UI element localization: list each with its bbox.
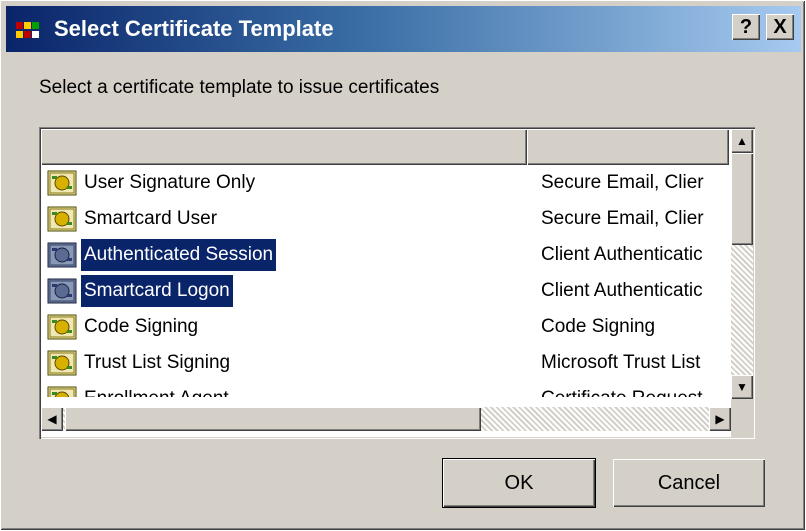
column-header-intended-purpose[interactable] bbox=[527, 129, 729, 165]
close-button[interactable]: X bbox=[766, 14, 794, 40]
template-name: Authenticated Session bbox=[81, 239, 277, 271]
horizontal-scroll-thumb[interactable] bbox=[65, 407, 481, 431]
list-item[interactable]: Enrollment Agent Certificate Request bbox=[41, 381, 729, 397]
template-name: Smartcard User bbox=[84, 208, 218, 229]
template-purpose: Client Authenticatic bbox=[541, 244, 703, 265]
template-purpose: Code Signing bbox=[541, 316, 656, 337]
list-item[interactable]: Trust List Signing Microsoft Trust List bbox=[41, 345, 729, 381]
certificate-template-icon bbox=[47, 278, 77, 304]
template-purpose: Secure Email, Clier bbox=[541, 208, 704, 229]
window-title: Select Certificate Template bbox=[54, 16, 334, 41]
ok-button[interactable]: OK bbox=[443, 459, 595, 507]
template-name: Trust List Signing bbox=[84, 352, 231, 373]
list-item[interactable]: Smartcard Logon Client Authenticatic bbox=[41, 273, 729, 309]
instruction-text: Select a certificate template to issue c… bbox=[39, 77, 440, 98]
template-name: Code Signing bbox=[84, 316, 199, 337]
list-item[interactable]: Smartcard User Secure Email, Clier bbox=[41, 201, 729, 237]
certificate-app-icon bbox=[16, 22, 39, 38]
scrollbar-corner bbox=[731, 399, 753, 437]
template-name: User Signature Only bbox=[84, 172, 256, 193]
certificate-template-icon bbox=[47, 206, 77, 232]
vertical-scroll-thumb[interactable] bbox=[731, 153, 753, 245]
template-purpose: Microsoft Trust List bbox=[541, 352, 701, 373]
template-purpose: Certificate Request bbox=[541, 383, 729, 397]
certificate-template-icon bbox=[47, 242, 77, 268]
certificate-template-icon bbox=[47, 350, 77, 376]
select-certificate-template-dialog: Select Certificate Template ? X Select a… bbox=[0, 0, 806, 531]
list-header bbox=[41, 129, 729, 165]
scroll-up-arrow-icon[interactable]: ▲ bbox=[731, 129, 753, 153]
list-rows: User Signature Only Secure Email, Clier … bbox=[41, 165, 729, 397]
certificate-template-list[interactable]: User Signature Only Secure Email, Clier … bbox=[39, 127, 755, 439]
certificate-template-icon bbox=[47, 314, 77, 340]
scroll-left-arrow-icon[interactable]: ◀ bbox=[41, 407, 63, 431]
scroll-right-arrow-icon[interactable]: ▶ bbox=[709, 407, 731, 431]
list-item[interactable]: User Signature Only Secure Email, Clier bbox=[41, 165, 729, 201]
horizontal-scrollbar[interactable]: ◀ ▶ bbox=[41, 399, 731, 437]
certificate-template-icon bbox=[47, 386, 77, 397]
help-button[interactable]: ? bbox=[732, 14, 760, 40]
template-name: Smartcard Logon bbox=[81, 275, 233, 307]
vertical-scrollbar[interactable]: ▲ ▼ bbox=[731, 129, 753, 399]
scroll-down-arrow-icon[interactable]: ▼ bbox=[731, 375, 753, 399]
cancel-button[interactable]: Cancel bbox=[613, 459, 765, 507]
title-bar[interactable]: Select Certificate Template ? X bbox=[6, 6, 801, 52]
column-header-name[interactable] bbox=[41, 129, 527, 165]
certificate-template-icon bbox=[47, 170, 77, 196]
template-purpose: Secure Email, Clier bbox=[541, 172, 704, 193]
list-item[interactable]: Code Signing Code Signing bbox=[41, 309, 729, 345]
template-purpose: Client Authenticatic bbox=[541, 280, 703, 301]
list-item[interactable]: Authenticated Session Client Authenticat… bbox=[41, 237, 729, 273]
template-name: Enrollment Agent bbox=[81, 383, 232, 397]
